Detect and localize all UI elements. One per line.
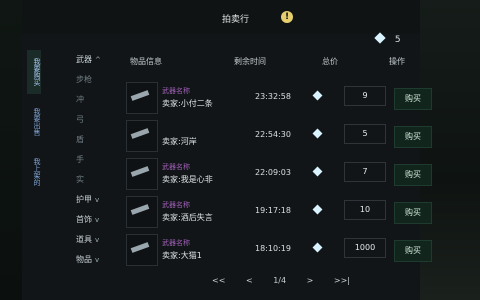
first-page-button[interactable]: << (212, 276, 225, 285)
item-name: 武器名称 (162, 87, 190, 95)
gun-icon (130, 166, 150, 177)
info-icon[interactable]: ! (281, 11, 293, 23)
category-weapons[interactable]: 武器 ^ (70, 52, 116, 68)
item-thumb (126, 82, 158, 114)
buy-button[interactable]: 购买 (394, 202, 432, 224)
diamond-icon (312, 90, 323, 101)
title-bar: 拍卖行 ! (22, 0, 420, 34)
window-title: 拍卖行 (222, 15, 250, 25)
pagination: << < 1/4 > >>| (212, 276, 368, 285)
category-rifle[interactable]: 步枪 (70, 72, 116, 88)
item-name: 武器名称 (162, 239, 190, 247)
col-action: 操作 (389, 57, 405, 66)
seller-name: 卖家:大猫1 (162, 251, 202, 260)
vertical-tabs: 我要购买 我要出售 我上架的 (27, 50, 41, 200)
buy-button[interactable]: 购买 (394, 240, 432, 262)
listing-row: 武器名称 卖家:我是心非 22:09:03 7 购买 (124, 156, 442, 190)
category-bow[interactable]: 弓 (70, 112, 116, 128)
remaining-time: 19:17:18 (255, 206, 291, 215)
listing-row: 武器名称 卖家:大猫1 18:10:19 1000 购买 (124, 232, 442, 266)
seller-name: 卖家:小付二条 (162, 99, 213, 108)
seller-name: 卖家:河岸 (162, 137, 197, 146)
category-items[interactable]: 道具 v (70, 232, 116, 248)
gun-icon (130, 128, 150, 139)
total-price: 1000 (344, 238, 386, 258)
diamond-icon (374, 32, 386, 44)
remaining-time: 22:09:03 (255, 168, 291, 177)
prev-page-button[interactable]: < (246, 276, 253, 285)
gun-icon (130, 242, 150, 253)
category-shield[interactable]: 盾 (70, 132, 116, 148)
item-name: 武器名称 (162, 163, 190, 171)
table-header: 物品信息 剩余时间 总价 操作 (124, 56, 442, 68)
category-solid[interactable]: 实 (70, 172, 116, 188)
last-page-button[interactable]: >>| (334, 276, 350, 285)
gun-icon (130, 204, 150, 215)
col-item: 物品信息 (130, 57, 162, 66)
buy-button[interactable]: 购买 (394, 164, 432, 186)
diamond-icon (312, 128, 323, 139)
tab-sell[interactable]: 我要出售 (27, 100, 41, 144)
remaining-time: 22:54:30 (255, 130, 291, 139)
seller-name: 卖家:酒后失言 (162, 213, 213, 222)
item-thumb (126, 120, 158, 152)
item-name: 武器名称 (162, 201, 190, 209)
diamond-icon (312, 204, 323, 215)
item-thumb (126, 234, 158, 266)
currency-display: 5 (374, 32, 401, 45)
category-goods[interactable]: 物品 v (70, 252, 116, 268)
category-panel: 武器 ^ 步枪 冲 弓 盾 手 实 护甲 v 首饰 v 道具 v 物品 v (70, 52, 116, 272)
auction-panel: 拍卖行 ! 5 我要购买 我要出售 我上架的 武器 ^ 步枪 冲 弓 盾 手 实 … (22, 0, 432, 300)
col-price: 总价 (322, 57, 338, 66)
seller-name: 卖家:我是心非 (162, 175, 213, 184)
diamond-icon (312, 242, 323, 253)
diamond-icon (312, 166, 323, 177)
remaining-time: 23:32:58 (255, 92, 291, 101)
col-time: 剩余时间 (234, 57, 266, 66)
tab-listed[interactable]: 我上架的 (27, 150, 41, 194)
listing-row: 武器名称 卖家:酒后失言 19:17:18 10 购买 (124, 194, 442, 228)
page-indicator: 1/4 (273, 276, 287, 285)
listing-row: 卖家:河岸 22:54:30 5 购买 (124, 118, 442, 152)
currency-amount: 5 (394, 35, 401, 45)
remaining-time: 18:10:19 (255, 244, 291, 253)
total-price: 9 (344, 86, 386, 106)
tab-buy[interactable]: 我要购买 (27, 50, 41, 94)
total-price: 10 (344, 200, 386, 220)
gun-icon (130, 90, 150, 101)
buy-button[interactable]: 购买 (394, 126, 432, 148)
category-hand[interactable]: 手 (70, 152, 116, 168)
category-rush[interactable]: 冲 (70, 92, 116, 108)
total-price: 7 (344, 162, 386, 182)
buy-button[interactable]: 购买 (394, 88, 432, 110)
category-jewelry[interactable]: 首饰 v (70, 212, 116, 228)
category-armor[interactable]: 护甲 v (70, 192, 116, 208)
item-thumb (126, 158, 158, 190)
total-price: 5 (344, 124, 386, 144)
listing-row: 武器名称 卖家:小付二条 23:32:58 9 购买 (124, 80, 442, 114)
next-page-button[interactable]: > (307, 276, 314, 285)
item-thumb (126, 196, 158, 228)
